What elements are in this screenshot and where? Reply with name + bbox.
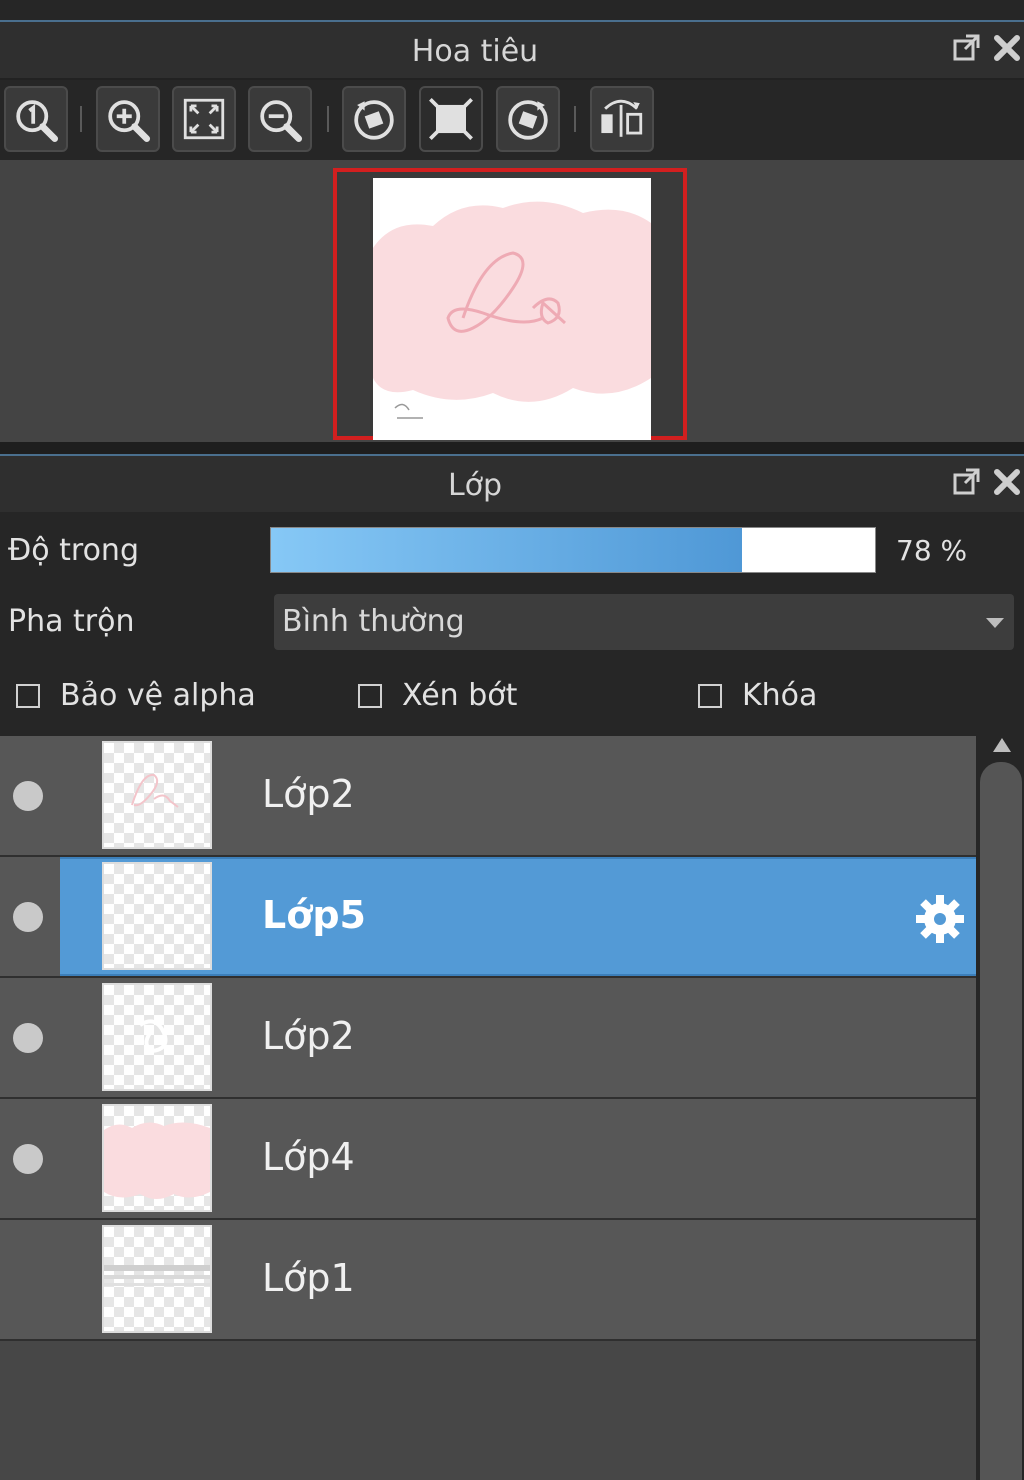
- fit-screen-icon[interactable]: [172, 86, 236, 152]
- layer-name: Lớp1: [262, 1256, 355, 1300]
- navigator-popout-icon[interactable]: [950, 30, 984, 66]
- flip-horizontal-icon[interactable]: [590, 86, 654, 152]
- opacity-value: 78 %: [896, 534, 968, 567]
- chevron-down-icon: [986, 618, 1004, 628]
- reset-view-icon[interactable]: [419, 86, 483, 152]
- layer-thumbnail: [102, 741, 212, 849]
- navigator-title: Hoa tiêu: [411, 34, 539, 69]
- blend-mode-label: Pha trộn: [8, 604, 135, 639]
- layers-header: Lớp: [0, 456, 1024, 514]
- rotate-left-icon[interactable]: [342, 86, 406, 152]
- visibility-toggle-icon[interactable]: [13, 1144, 43, 1174]
- layers-popout-icon[interactable]: [950, 464, 984, 500]
- view-rectangle[interactable]: [333, 168, 687, 440]
- zoom-actual-icon[interactable]: [4, 86, 68, 152]
- layer-list[interactable]: Lớp2 Lớp5 Lớp2 Lớp4 Lớp1: [0, 736, 976, 1480]
- layer-row[interactable]: Lớp2: [0, 978, 976, 1099]
- layer-name: Lớp2: [262, 1014, 355, 1058]
- navigator-preview-area[interactable]: [0, 160, 1024, 442]
- layer-row[interactable]: Lớp1: [0, 1220, 976, 1341]
- zoom-out-icon[interactable]: [248, 86, 312, 152]
- opacity-slider[interactable]: [270, 527, 876, 573]
- layer-name: Lớp4: [262, 1135, 355, 1179]
- navigator-close-icon[interactable]: [990, 30, 1024, 66]
- layer-name: Lớp2: [262, 772, 355, 816]
- layer-row[interactable]: Lớp4: [0, 1099, 976, 1220]
- lock-label: Khóa: [742, 678, 818, 713]
- checkbox-box[interactable]: [358, 684, 382, 708]
- scroll-up-arrow-icon[interactable]: [993, 738, 1011, 752]
- blend-mode-select[interactable]: Bình thường: [274, 594, 1014, 650]
- rotate-right-icon[interactable]: [496, 86, 560, 152]
- panel-splitter[interactable]: [0, 442, 1024, 456]
- protect-alpha-label: Bảo vệ alpha: [60, 678, 256, 713]
- blend-mode-value: Bình thường: [282, 604, 465, 639]
- visibility-toggle-icon[interactable]: [13, 902, 43, 932]
- scrollbar-thumb[interactable]: [980, 762, 1022, 1480]
- checkbox-box[interactable]: [16, 684, 40, 708]
- opacity-label: Độ trong: [8, 533, 139, 568]
- layer-thumbnail: [102, 1225, 212, 1333]
- opacity-slider-fill: [271, 528, 743, 572]
- checkbox-box[interactable]: [698, 684, 722, 708]
- clipping-label: Xén bớt: [402, 678, 518, 713]
- layer-row[interactable]: Lớp2: [0, 736, 976, 857]
- canvas-thumbnail: [373, 178, 651, 440]
- gear-icon[interactable]: [912, 891, 968, 947]
- visibility-toggle-icon[interactable]: [13, 781, 43, 811]
- navigator-header: Hoa tiêu: [0, 22, 1024, 80]
- layer-thumbnail: [102, 1104, 212, 1212]
- layer-name: Lớp5: [262, 893, 366, 937]
- layers-title: Lớp: [447, 468, 503, 503]
- navigator-toolbar: [0, 80, 1024, 160]
- zoom-in-icon[interactable]: [96, 86, 160, 152]
- layers-close-icon[interactable]: [990, 464, 1024, 500]
- layer-thumbnail: [102, 983, 212, 1091]
- top-strip: [0, 0, 1024, 22]
- visibility-toggle-icon[interactable]: [13, 1023, 43, 1053]
- layer-row-selected[interactable]: Lớp5: [0, 857, 976, 978]
- layer-thumbnail: [102, 862, 212, 970]
